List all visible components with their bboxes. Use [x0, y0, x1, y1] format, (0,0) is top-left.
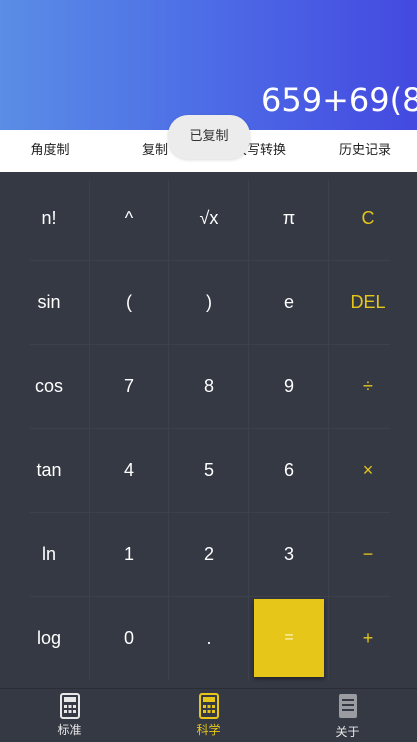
- nav-scientific[interactable]: 科学: [139, 689, 278, 742]
- factorial-key[interactable]: n!: [9, 176, 89, 260]
- sin-key[interactable]: sin: [9, 260, 89, 344]
- nav-about[interactable]: 关于: [278, 689, 417, 742]
- subtract-key[interactable]: −: [328, 512, 408, 596]
- digit-3-key[interactable]: 3: [249, 512, 329, 596]
- decimal-key[interactable]: .: [169, 596, 249, 680]
- open-paren-key[interactable]: (: [89, 260, 169, 344]
- pi-key[interactable]: π: [249, 176, 329, 260]
- delete-key[interactable]: DEL: [328, 260, 408, 344]
- multiply-key[interactable]: ×: [328, 428, 408, 512]
- add-key[interactable]: +: [328, 596, 408, 680]
- digit-8-key[interactable]: 8: [169, 344, 249, 428]
- cos-key[interactable]: cos: [9, 344, 89, 428]
- copied-toast: 已复制: [168, 115, 250, 159]
- digit-4-key[interactable]: 4: [89, 428, 169, 512]
- bottom-nav: 标准 科学 关于: [0, 688, 417, 742]
- digit-7-key[interactable]: 7: [89, 344, 169, 428]
- digit-6-key[interactable]: 6: [249, 428, 329, 512]
- keypad: n! ^ √x π C sin ( ) e DEL cos 7 8 9 ÷ ta…: [0, 172, 417, 688]
- expression-display: 659+69(87: [261, 81, 417, 119]
- digit-0-key[interactable]: 0: [89, 596, 169, 680]
- sqrt-key[interactable]: √x: [169, 176, 249, 260]
- digit-1-key[interactable]: 1: [89, 512, 169, 596]
- calculator-icon: [198, 693, 219, 719]
- nav-standard[interactable]: 标准: [0, 689, 139, 742]
- digit-5-key[interactable]: 5: [169, 428, 249, 512]
- clear-key[interactable]: C: [328, 176, 408, 260]
- equals-label: =: [254, 599, 324, 677]
- nav-about-label: 关于: [335, 725, 360, 739]
- history-button[interactable]: 历史记录: [325, 130, 405, 172]
- nav-scientific-label: 科学: [196, 723, 221, 737]
- power-key[interactable]: ^: [89, 176, 169, 260]
- digit-9-key[interactable]: 9: [249, 344, 329, 428]
- close-paren-key[interactable]: ): [169, 260, 249, 344]
- calculator-icon: [59, 693, 80, 719]
- angle-mode-button[interactable]: 角度制: [10, 130, 90, 172]
- ln-key[interactable]: ln: [9, 512, 89, 596]
- log-key[interactable]: log: [9, 596, 89, 680]
- document-icon: [338, 694, 357, 718]
- nav-standard-label: 标准: [57, 723, 82, 737]
- display-panel: 659+69(87: [0, 0, 417, 130]
- digit-2-key[interactable]: 2: [169, 512, 249, 596]
- equals-key[interactable]: =: [249, 596, 329, 680]
- tan-key[interactable]: tan: [9, 428, 89, 512]
- divide-key[interactable]: ÷: [328, 344, 408, 428]
- e-key[interactable]: e: [249, 260, 329, 344]
